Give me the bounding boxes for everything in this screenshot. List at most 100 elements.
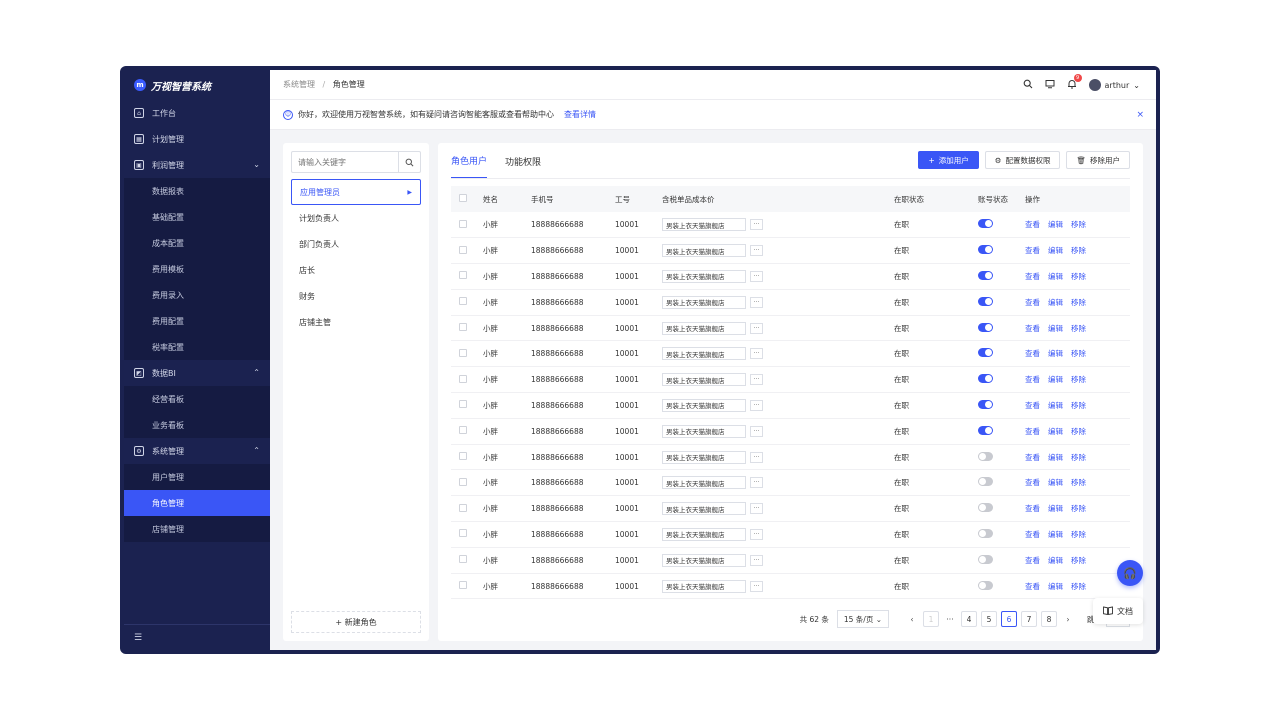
page-size-select[interactable]: 15 条/页 ⌄	[836, 610, 889, 628]
account-status-toggle[interactable]	[978, 245, 993, 255]
role-item[interactable]: 计划负责人	[291, 205, 421, 231]
select-all-checkbox[interactable]	[459, 194, 467, 202]
account-status-toggle[interactable]	[978, 503, 993, 513]
new-role-button[interactable]: + 新建角色	[291, 611, 421, 633]
sidebar-subitem[interactable]: 用户管理	[124, 464, 270, 490]
collapse-sidebar-icon[interactable]: ☰	[124, 624, 270, 650]
remove-link[interactable]: 移除	[1071, 427, 1086, 436]
remove-link[interactable]: 移除	[1071, 453, 1086, 462]
sidebar-item-4[interactable]: ⚙ 系统管理 ⌃	[124, 438, 270, 464]
edit-link[interactable]: 编辑	[1048, 298, 1063, 307]
page-8[interactable]: 8	[1041, 611, 1057, 627]
docs-button[interactable]: 文档	[1093, 598, 1143, 624]
more-icon[interactable]: ···	[750, 296, 763, 308]
row-checkbox[interactable]	[459, 555, 467, 564]
row-checkbox[interactable]	[459, 426, 467, 435]
view-link[interactable]: 查看	[1025, 272, 1040, 281]
row-checkbox[interactable]	[459, 271, 467, 280]
sidebar-subitem[interactable]: 成本配置	[124, 230, 270, 256]
edit-link[interactable]: 编辑	[1048, 401, 1063, 410]
sidebar-subitem[interactable]: 店铺管理	[124, 516, 270, 542]
sidebar-subitem[interactable]: 基础配置	[124, 204, 270, 230]
edit-link[interactable]: 编辑	[1048, 582, 1063, 591]
account-status-toggle[interactable]	[978, 296, 993, 306]
remove-link[interactable]: 移除	[1071, 375, 1086, 384]
cost-input[interactable]: 男装上衣天猫旗舰店	[662, 295, 746, 309]
sidebar-subitem[interactable]: 业务看板	[124, 412, 270, 438]
add-user-button[interactable]: + 添加用户	[918, 151, 979, 169]
view-link[interactable]: 查看	[1025, 401, 1040, 410]
role-item[interactable]: 部门负责人	[291, 231, 421, 257]
cost-input[interactable]: 男装上衣天猫旗舰店	[662, 398, 746, 412]
page-4[interactable]: 4	[961, 611, 977, 627]
remove-link[interactable]: 移除	[1071, 246, 1086, 255]
sidebar-subitem[interactable]: 角色管理	[124, 490, 270, 516]
edit-link[interactable]: 编辑	[1048, 453, 1063, 462]
cost-input[interactable]: 男装上衣天猫旗舰店	[662, 553, 746, 567]
edit-link[interactable]: 编辑	[1048, 272, 1063, 281]
account-status-toggle[interactable]	[978, 580, 993, 590]
edit-link[interactable]: 编辑	[1048, 246, 1063, 255]
account-status-toggle[interactable]	[978, 270, 993, 280]
more-icon[interactable]: ···	[750, 425, 763, 437]
view-link[interactable]: 查看	[1025, 246, 1040, 255]
account-status-toggle[interactable]	[978, 374, 993, 384]
page-ellipsis[interactable]: ···	[943, 611, 957, 627]
row-checkbox[interactable]	[459, 452, 467, 461]
row-checkbox[interactable]	[459, 477, 467, 486]
account-status-toggle[interactable]	[978, 425, 993, 435]
edit-link[interactable]: 编辑	[1048, 324, 1063, 333]
sidebar-subitem[interactable]: 数据报表	[124, 178, 270, 204]
account-status-toggle[interactable]	[978, 528, 993, 538]
remove-link[interactable]: 移除	[1071, 556, 1086, 565]
role-item[interactable]: 店长	[291, 257, 421, 283]
account-status-toggle[interactable]	[978, 477, 993, 487]
monitor-icon[interactable]	[1045, 79, 1055, 92]
sidebar-item-0[interactable]: ⌂ 工作台	[124, 100, 270, 126]
tab-0[interactable]: 角色用户	[451, 143, 488, 179]
remove-user-button[interactable]: 🗑 移除用户	[1066, 151, 1130, 169]
role-item[interactable]: 应用管理员 ▶	[291, 179, 421, 205]
view-link[interactable]: 查看	[1025, 349, 1040, 358]
cost-input[interactable]: 男装上衣天猫旗舰店	[662, 450, 746, 464]
cost-input[interactable]: 男装上衣天猫旗舰店	[662, 269, 746, 283]
account-status-toggle[interactable]	[978, 399, 993, 409]
account-status-toggle[interactable]	[978, 322, 993, 332]
more-icon[interactable]: ···	[750, 503, 763, 515]
more-icon[interactable]: ···	[750, 554, 763, 566]
cost-input[interactable]: 男装上衣天猫旗舰店	[662, 347, 746, 361]
view-link[interactable]: 查看	[1025, 478, 1040, 487]
row-checkbox[interactable]	[459, 374, 467, 383]
sidebar-item-2[interactable]: ▣ 利润管理 ⌄	[124, 152, 270, 178]
row-checkbox[interactable]	[459, 529, 467, 538]
remove-link[interactable]: 移除	[1071, 298, 1086, 307]
sidebar-item-3[interactable]: ◩ 数据BI ⌃	[124, 360, 270, 386]
next-page-icon[interactable]: ›	[1061, 611, 1075, 627]
remove-link[interactable]: 移除	[1071, 349, 1086, 358]
edit-link[interactable]: 编辑	[1048, 375, 1063, 384]
more-icon[interactable]: ···	[750, 245, 763, 257]
more-icon[interactable]: ···	[750, 322, 763, 334]
view-link[interactable]: 查看	[1025, 324, 1040, 333]
row-checkbox[interactable]	[459, 219, 467, 228]
page-6[interactable]: 6	[1001, 611, 1017, 627]
remove-link[interactable]: 移除	[1071, 220, 1086, 229]
more-icon[interactable]: ···	[750, 348, 763, 360]
remove-link[interactable]: 移除	[1071, 530, 1086, 539]
account-status-toggle[interactable]	[978, 219, 993, 229]
edit-link[interactable]: 编辑	[1048, 478, 1063, 487]
more-icon[interactable]: ···	[750, 270, 763, 282]
account-status-toggle[interactable]	[978, 348, 993, 358]
breadcrumb-item[interactable]: 系统管理	[283, 80, 315, 89]
edit-link[interactable]: 编辑	[1048, 530, 1063, 539]
edit-link[interactable]: 编辑	[1048, 427, 1063, 436]
config-data-permission-button[interactable]: ⚙ 配置数据权限	[984, 151, 1061, 169]
page-first[interactable]: 1	[923, 611, 939, 627]
account-status-toggle[interactable]	[978, 554, 993, 564]
role-item[interactable]: 店铺主管	[291, 309, 421, 335]
role-search-input[interactable]	[292, 152, 398, 172]
account-status-toggle[interactable]	[978, 451, 993, 461]
sidebar-subitem[interactable]: 费用模板	[124, 256, 270, 282]
cost-input[interactable]: 男装上衣天猫旗舰店	[662, 424, 746, 438]
more-icon[interactable]: ···	[750, 374, 763, 386]
